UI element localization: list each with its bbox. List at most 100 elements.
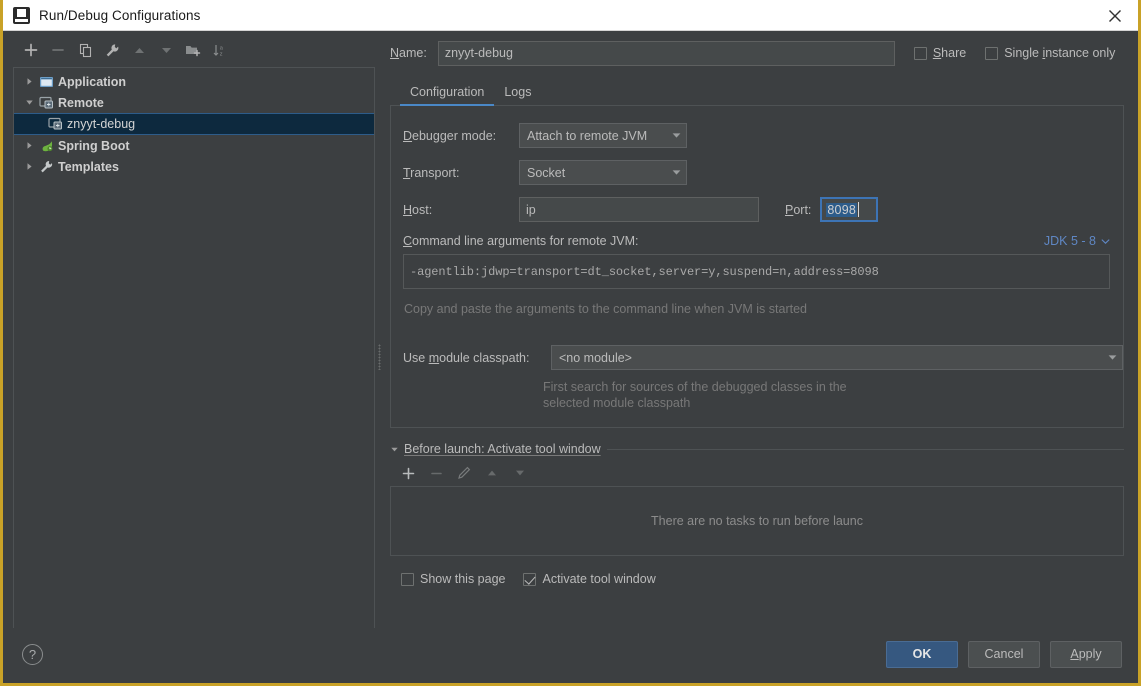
tree-item-label: Spring Boot (58, 138, 130, 153)
wrench-icon (37, 160, 56, 174)
transport-select[interactable]: Socket (519, 160, 687, 185)
chevron-down-icon[interactable] (390, 445, 399, 454)
svg-text:a: a (220, 45, 224, 51)
transport-row: Transport: Socket (391, 160, 1123, 185)
move-task-up-button[interactable] (480, 461, 504, 485)
tree-item-application[interactable]: Application (14, 71, 374, 92)
before-launch-task-list[interactable]: There are no tasks to run before launc (390, 486, 1124, 556)
chevron-down-icon (666, 169, 686, 176)
share-label: Share (932, 46, 967, 60)
intellij-idea-icon (13, 6, 30, 24)
configurations-tree[interactable]: Application Remote znyyt-debug Spring Bo… (13, 67, 375, 665)
remove-task-button[interactable] (424, 461, 448, 485)
tab-configuration[interactable]: Configuration (400, 85, 495, 106)
chevron-right-icon[interactable] (22, 162, 37, 171)
remove-configuration-button[interactable] (46, 38, 70, 62)
cmdline-input[interactable]: -agentlib:jdwp=transport=dt_socket,serve… (403, 254, 1110, 289)
copy-configuration-button[interactable] (73, 38, 97, 62)
show-this-page-checkbox[interactable]: Show this page (401, 572, 505, 586)
single-instance-checkbox[interactable]: Single instance only (985, 46, 1115, 60)
before-launch-section: Before launch: Activate tool window Ther… (390, 442, 1124, 586)
section-divider (606, 448, 1124, 450)
tree-item-label: Remote (58, 95, 104, 110)
cancel-button[interactable]: Cancel (968, 640, 1040, 668)
debugger-mode-label: Debugger mode: (403, 128, 497, 143)
cmdline-hint: Copy and paste the arguments to the comm… (404, 302, 807, 316)
before-launch-options: Show this page Activate tool window (390, 572, 1124, 586)
jdk-version-label: JDK 5 - 8 (1043, 234, 1096, 248)
text-caret (858, 202, 860, 217)
classpath-row: Use module classpath: <no module> (391, 345, 1123, 370)
close-icon[interactable] (1092, 0, 1138, 31)
single-instance-checkbox-box (985, 46, 999, 60)
classpath-select[interactable]: <no module> (551, 345, 1123, 370)
apply-button[interactable]: Apply (1050, 640, 1122, 668)
dialog-title: Run/Debug Configurations (39, 7, 201, 23)
cmdline-label: Command line arguments for remote JVM: (403, 234, 639, 248)
configuration-editor-panel: Name: znyyt-debug Share Single instance … (384, 31, 1138, 683)
title-bar: Run/Debug Configurations (3, 0, 1138, 31)
cmdline-section: Command line arguments for remote JVM: J… (391, 234, 1123, 317)
share-checkbox[interactable]: Share (913, 46, 967, 60)
port-value: 8098 (826, 202, 858, 217)
name-row: Name: znyyt-debug Share Single instance … (390, 39, 1124, 67)
debugger-mode-value: Attach to remote JVM (527, 128, 648, 143)
tree-item-spring-boot[interactable]: Spring Boot (14, 135, 374, 156)
transport-label: Transport: (403, 165, 460, 180)
folder-add-icon[interactable] (181, 38, 205, 62)
dialog-footer: ? OK Cancel Apply (6, 628, 1135, 680)
debugger-mode-row: Debugger mode: Attach to remote JVM (391, 123, 1123, 148)
help-button[interactable]: ? (22, 643, 43, 665)
arrow-up-icon[interactable] (127, 38, 151, 62)
tree-item-label: znyyt-debug (67, 117, 136, 131)
configurations-panel: a z Application Remote znyyt-debug Sprin… (3, 31, 375, 683)
add-task-button[interactable] (396, 461, 420, 485)
host-label: Host: (403, 202, 433, 217)
pencil-icon[interactable] (452, 461, 476, 485)
host-port-row: Host: ip Port: 8098 (391, 197, 1123, 222)
application-icon (37, 75, 56, 89)
activate-tool-window-checkbox-box (523, 572, 537, 586)
show-this-page-checkbox-box (401, 572, 414, 586)
svg-text:z: z (220, 52, 223, 57)
dialog-buttons: OK Cancel Apply (886, 640, 1122, 668)
jdk-version-link[interactable]: JDK 5 - 8 (1044, 234, 1110, 248)
editor-tabs: Configuration Logs (390, 78, 1124, 106)
chevron-down-icon (1102, 354, 1122, 361)
chevron-down-icon (1101, 238, 1110, 244)
tree-item-label: Application (58, 74, 127, 89)
before-launch-header: Before launch: Activate tool window (390, 442, 1124, 456)
configurations-toolbar: a z (13, 35, 375, 65)
chevron-down-icon (666, 132, 686, 139)
tree-item-znyyt-debug[interactable]: znyyt-debug (14, 113, 374, 135)
debugger-mode-select[interactable]: Attach to remote JVM (519, 123, 687, 148)
wrench-icon[interactable] (100, 38, 124, 62)
name-label: Name: (390, 46, 427, 60)
chevron-right-icon[interactable] (22, 141, 37, 150)
before-launch-title[interactable]: Before launch: Activate tool window (404, 442, 601, 456)
ok-button[interactable]: OK (886, 640, 958, 668)
empty-state-text: There are no tasks to run before launc (651, 514, 863, 528)
configuration-tab-panel: Debugger mode: Attach to remote JVM Tran… (390, 105, 1124, 428)
name-input[interactable]: znyyt-debug (437, 40, 895, 66)
move-task-down-button[interactable] (508, 461, 532, 485)
transport-value: Socket (527, 165, 566, 180)
arrow-down-icon[interactable] (154, 38, 178, 62)
show-this-page-label: Show this page (420, 572, 506, 586)
port-input[interactable]: 8098 (820, 197, 879, 222)
sort-alphabetical-icon[interactable]: a z (208, 38, 232, 62)
before-launch-toolbar (390, 460, 1124, 486)
add-configuration-button[interactable] (19, 38, 43, 62)
chevron-right-icon[interactable] (22, 77, 37, 86)
tree-item-label: Templates (58, 159, 119, 174)
dialog-body: a z Application Remote znyyt-debug Sprin… (3, 31, 1138, 683)
activate-tool-window-checkbox[interactable]: Activate tool window (523, 572, 656, 586)
tree-item-remote[interactable]: Remote (14, 92, 374, 113)
tab-logs[interactable]: Logs (494, 85, 541, 105)
panel-splitter[interactable] (375, 31, 384, 683)
remote-icon (37, 96, 56, 110)
chevron-down-icon[interactable] (22, 98, 37, 107)
single-instance-label: Single instance only (1004, 46, 1116, 60)
host-input[interactable]: ip (519, 197, 759, 222)
tree-item-templates[interactable]: Templates (14, 156, 374, 177)
